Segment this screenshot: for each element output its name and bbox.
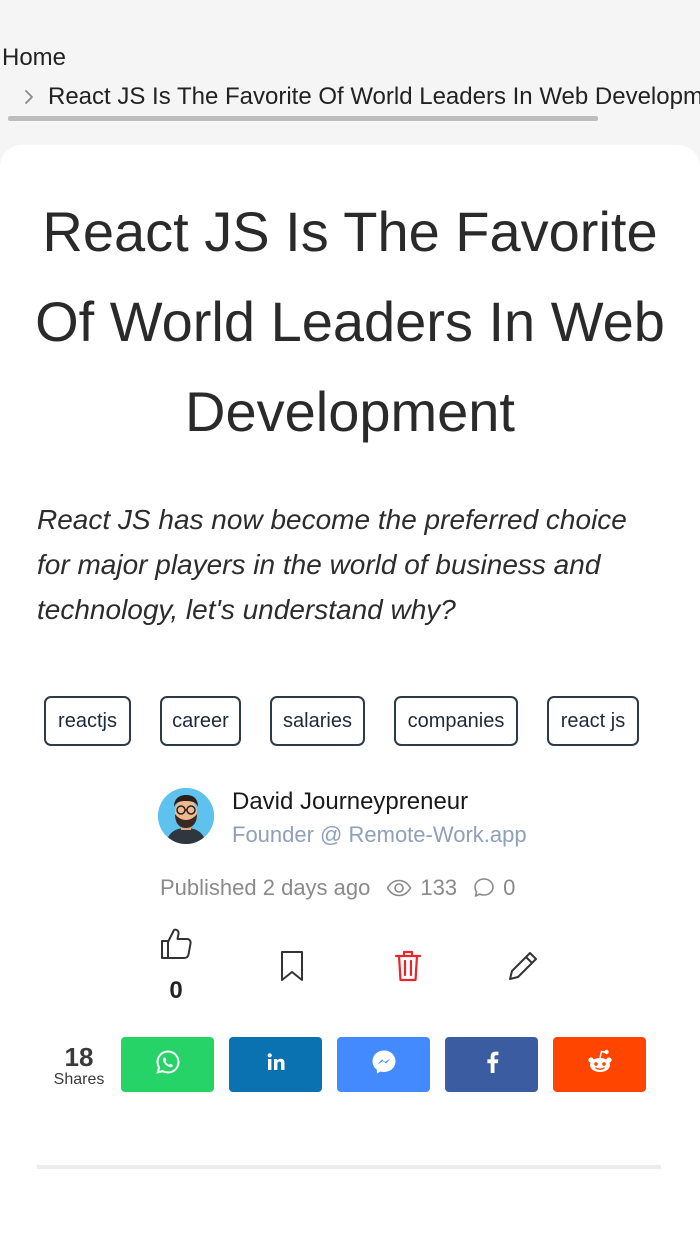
view-count: 133 (420, 875, 458, 900)
linkedin-icon (265, 1051, 287, 1078)
tag-react-js[interactable]: react js (547, 696, 639, 746)
article-meta: Published 2 days ago 133 0 (160, 873, 515, 903)
facebook-share-button[interactable] (445, 1037, 538, 1092)
author-block: David Journeypreneur Founder @ Remote-Wo… (158, 788, 578, 850)
avatar[interactable] (158, 788, 214, 844)
breadcrumb: Home React JS Is The Favorite Of World L… (0, 0, 700, 140)
messenger-icon (370, 1048, 398, 1081)
article-card: React JS Is The Favorite Of World Leader… (0, 145, 700, 1244)
breadcrumb-current-label: React JS Is The Favorite Of World Leader… (48, 83, 700, 110)
article-subtitle: React JS has now become the preferred ch… (37, 504, 627, 625)
share-number: 18 (64, 1042, 94, 1072)
bookmark-button[interactable] (272, 947, 312, 987)
share-label: Shares (53, 1071, 105, 1088)
breadcrumb-scrollbar[interactable] (8, 116, 598, 121)
eye-icon (386, 879, 412, 897)
reddit-share-button[interactable] (553, 1037, 646, 1092)
author-name[interactable]: David Journeypreneur (232, 788, 468, 816)
tag-salaries[interactable]: salaries (270, 696, 365, 746)
breadcrumb-home-link[interactable]: Home (2, 44, 66, 72)
linkedin-share-button[interactable] (229, 1037, 322, 1092)
tag-reactjs[interactable]: reactjs (44, 696, 131, 746)
edit-button[interactable] (503, 947, 543, 987)
bookmark-icon (277, 949, 307, 986)
comment-count: 0 (503, 875, 516, 900)
section-divider (37, 1165, 661, 1169)
thumbs-up-icon (158, 926, 194, 965)
reddit-icon (585, 1048, 615, 1081)
tag-list: reactjs career salaries companies react … (0, 696, 700, 746)
whatsapp-icon (155, 1049, 181, 1080)
article-actions: 0 (0, 925, 700, 1015)
whatsapp-share-button[interactable] (121, 1037, 214, 1092)
like-button[interactable] (156, 925, 196, 965)
chevron-right-icon (14, 82, 44, 112)
share-bar: 18 Shares (0, 1037, 700, 1093)
tag-companies[interactable]: companies (394, 696, 518, 746)
like-count: 0 (169, 977, 183, 1004)
trash-icon (393, 949, 423, 986)
published-date: Published 2 days ago (160, 875, 371, 900)
tag-career[interactable]: career (160, 696, 241, 746)
delete-button[interactable] (388, 947, 428, 987)
messenger-share-button[interactable] (337, 1037, 430, 1092)
author-role: Founder @ Remote-Work.app (232, 822, 527, 847)
facebook-icon (484, 1050, 500, 1079)
pencil-icon (506, 949, 540, 986)
comment-icon[interactable] (473, 877, 495, 899)
share-count: 18 Shares (44, 1043, 114, 1089)
article-title: React JS Is The Favorite Of World Leader… (35, 200, 665, 443)
breadcrumb-current: React JS Is The Favorite Of World Leader… (14, 82, 700, 112)
